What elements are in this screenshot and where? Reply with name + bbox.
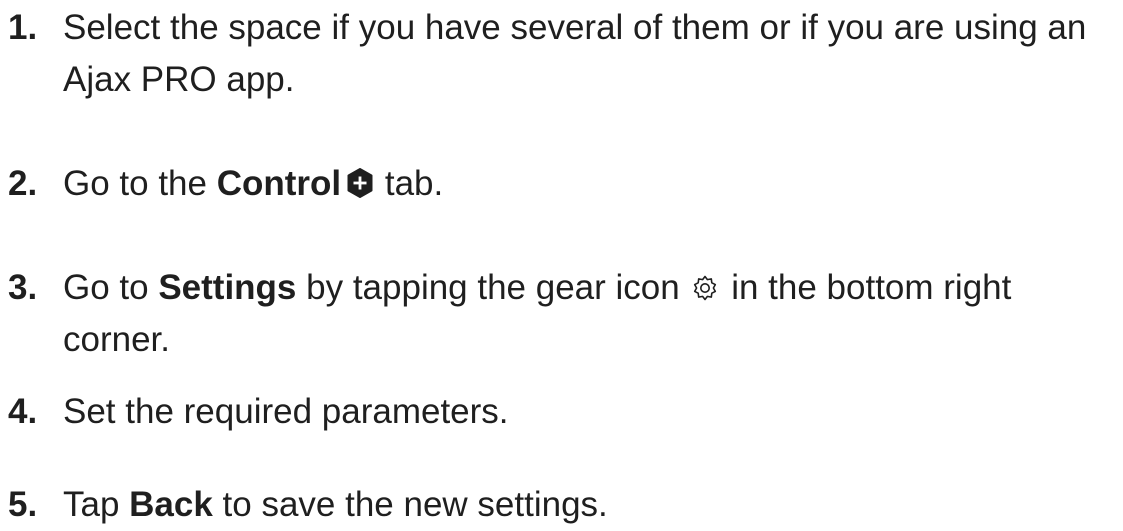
- step-number: 5.: [8, 485, 38, 524]
- step-number: 4.: [8, 392, 38, 431]
- step-body: Tap Back to save the new settings.: [63, 479, 1118, 531]
- step-text-post: to save the new settings.: [212, 485, 608, 524]
- step-text-pre: Tap: [63, 485, 130, 524]
- step-number: 2.: [8, 164, 38, 203]
- step-text-post: tab.: [375, 164, 444, 203]
- settings-label: Settings: [158, 268, 297, 307]
- step-text: Select the space if you have several of …: [63, 8, 1087, 99]
- step-5: 5. Tap Back to save the new settings.: [8, 479, 1118, 531]
- step-text: Set the required parameters.: [63, 392, 509, 431]
- step-text-mid: by tapping the gear icon: [296, 268, 690, 307]
- step-number: 3.: [8, 268, 38, 307]
- step-number: 1.: [8, 8, 38, 47]
- step-4: 4. Set the required parameters.: [8, 386, 1118, 438]
- step-body: Go to Settings by tapping the gear icon …: [63, 262, 1118, 366]
- step-body: Go to the Control tab.: [63, 158, 1118, 210]
- step-text-pre: Go to the: [63, 164, 217, 203]
- control-tab-label: Control: [216, 164, 342, 203]
- gear-icon: [691, 274, 719, 302]
- step-2: 2. Go to the Control tab.: [8, 158, 1118, 210]
- step-3: 3. Go to Settings by tapping the gear ic…: [8, 262, 1118, 366]
- step-text-pre: Go to: [63, 268, 159, 307]
- step-1: 1. Select the space if you have several …: [8, 2, 1118, 106]
- plus-badge-icon: [347, 168, 373, 198]
- instruction-steps: 1. Select the space if you have several …: [0, 0, 1123, 528]
- back-label: Back: [129, 485, 213, 524]
